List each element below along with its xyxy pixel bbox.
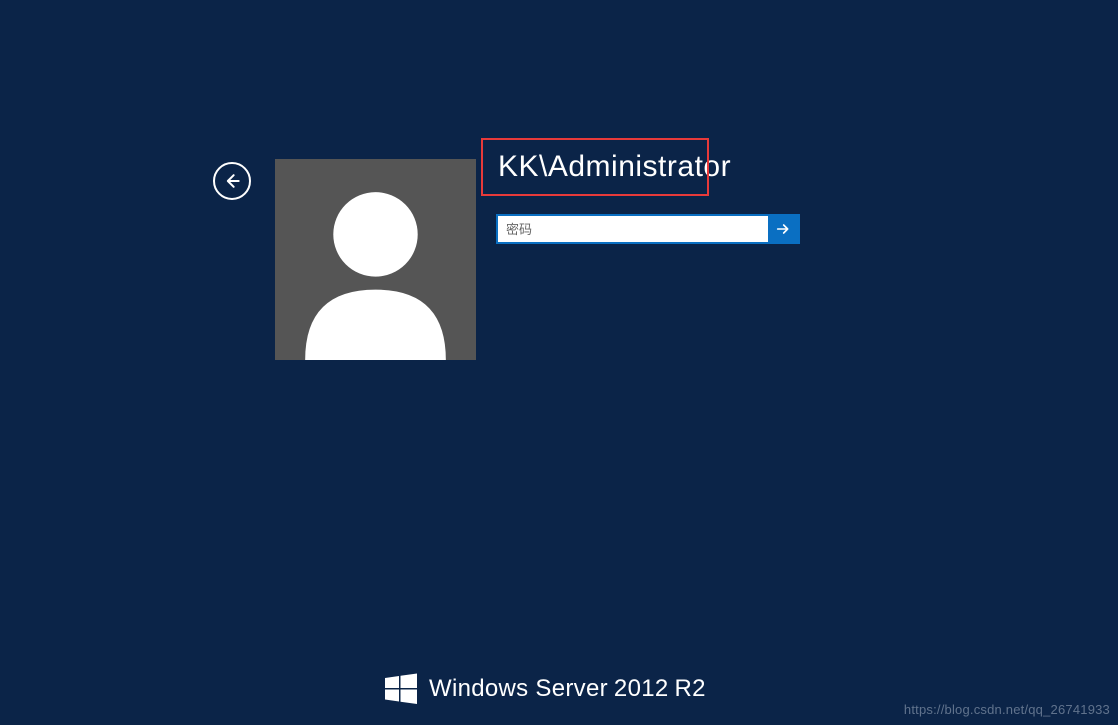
username-label: KK\Administrator	[498, 150, 731, 184]
arrow-left-icon	[222, 171, 242, 191]
avatar	[275, 159, 476, 360]
submit-button[interactable]	[768, 216, 798, 242]
watermark-text: https://blog.csdn.net/qq_26741933	[904, 702, 1110, 717]
arrow-right-icon	[775, 221, 791, 237]
password-field-container	[496, 214, 800, 244]
os-brand: Windows Server 2012 R2	[385, 673, 706, 705]
user-icon	[275, 159, 476, 360]
brand-product: Windows Server	[429, 675, 608, 703]
brand-year: 2012	[614, 675, 669, 703]
windows-logo-icon	[385, 673, 417, 705]
back-button[interactable]	[213, 162, 251, 200]
password-input[interactable]	[498, 216, 768, 242]
brand-edition: R2	[675, 675, 706, 703]
